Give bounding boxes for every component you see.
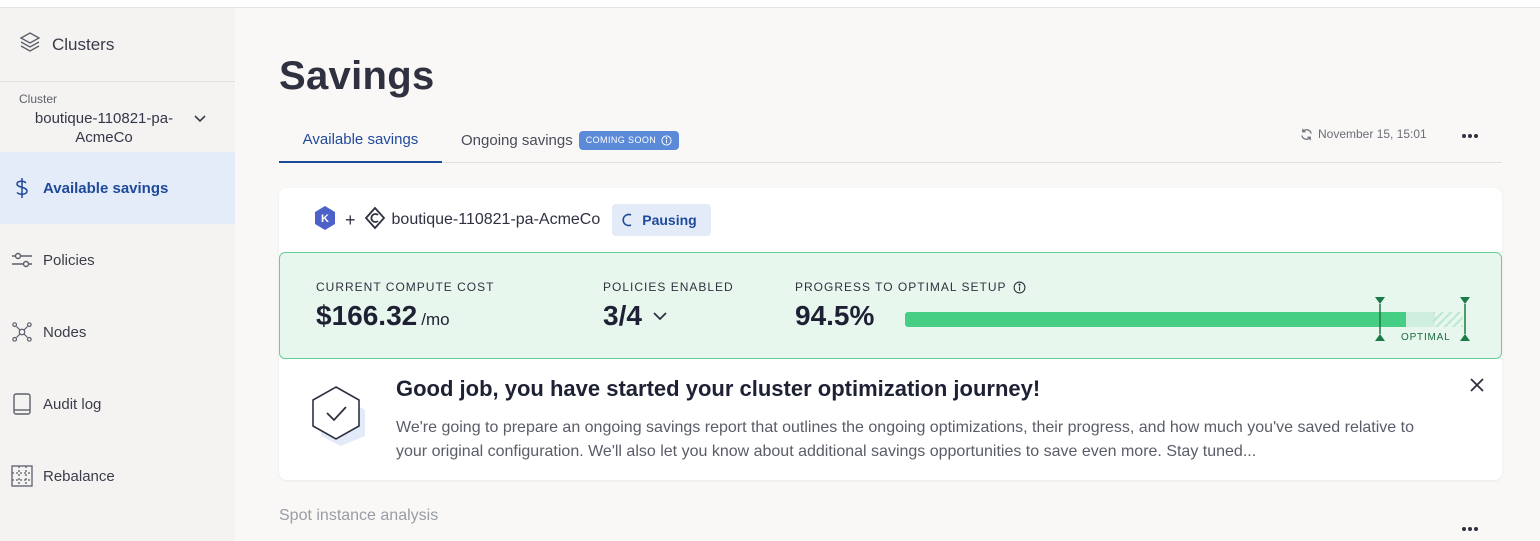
refresh-time: November 15, 15:01	[1318, 127, 1427, 141]
progress-label-text: PROGRESS TO OPTIMAL SETUP	[795, 280, 1007, 294]
policies-value: 3/4	[603, 300, 642, 331]
cost-label: CURRENT COMPUTE COST	[316, 280, 495, 294]
current-marker-icon	[1375, 297, 1385, 341]
spot-analysis-title: Spot instance analysis	[279, 507, 439, 524]
dollar-icon	[11, 177, 33, 199]
refresh-icon	[1301, 128, 1312, 140]
progress-bar	[905, 312, 1435, 327]
sidebar-item-label: Nodes	[43, 323, 87, 341]
plus-sign: +	[345, 209, 356, 230]
tab-available-savings[interactable]: Available savings	[279, 118, 442, 163]
sidebar-item-audit-log[interactable]: Audit log	[0, 368, 235, 440]
kubernetes-icon: K	[313, 205, 337, 236]
rebalance-icon	[11, 465, 33, 487]
sidebar-header[interactable]: Clusters	[18, 30, 114, 59]
sidebar-item-label: Policies	[43, 251, 95, 269]
sidebar-item-available-savings[interactable]: Available savings	[0, 152, 235, 224]
tab-label: Ongoing savings	[461, 131, 573, 149]
policies-label: POLICIES ENABLED	[603, 280, 734, 294]
sidebar-item-rebalance[interactable]: Rebalance	[0, 440, 235, 512]
more-icon	[1462, 134, 1478, 138]
optimal-marker-icon	[1460, 297, 1470, 341]
top-bar	[0, 0, 1540, 8]
close-icon[interactable]	[1469, 377, 1485, 398]
cost-value: $166.32/mo	[316, 300, 450, 332]
sidebar-item-label: Audit log	[43, 395, 102, 413]
info-icon[interactable]	[1013, 281, 1026, 294]
cluster-selector[interactable]: boutique-110821-pa-AcmeCo	[28, 109, 180, 147]
sidebar: Clusters Cluster boutique-110821-pa-Acme…	[0, 8, 235, 541]
layers-icon	[18, 30, 42, 59]
more-options-button[interactable]	[1461, 128, 1479, 139]
sidebar-item-nodes[interactable]: Nodes	[0, 296, 235, 368]
progress-fill	[905, 312, 1406, 327]
status-badge: Pausing	[612, 204, 711, 236]
last-refresh[interactable]: November 15, 15:01	[1300, 127, 1427, 141]
cost-amount: $166.32	[316, 300, 418, 331]
notice-body: We're going to prepare an ongoing saving…	[396, 419, 1414, 460]
tab-ongoing-savings[interactable]: Ongoing savings COMING SOON	[461, 118, 680, 162]
cost-unit: /mo	[421, 310, 450, 329]
sidebar-item-label: Rebalance	[43, 467, 115, 485]
page-title: Savings	[279, 54, 435, 98]
progress-label: PROGRESS TO OPTIMAL SETUP	[795, 280, 1026, 294]
optimal-label: OPTIMAL	[1401, 332, 1451, 343]
sidebar-item-policies[interactable]: Policies	[0, 224, 235, 296]
coming-soon-badge: COMING SOON	[578, 130, 680, 150]
notice-title: Good job, you have started your cluster …	[396, 376, 1041, 401]
cluster-name: boutique-110821-pa-AcmeCo	[391, 211, 601, 228]
book-icon	[11, 393, 33, 415]
spinner-icon	[622, 213, 632, 227]
svg-text:K: K	[321, 213, 329, 225]
info-icon	[661, 134, 672, 146]
cast-logo-icon	[364, 206, 386, 235]
policies-dropdown[interactable]: 3/4	[603, 300, 668, 332]
progress-value: 94.5%	[795, 300, 875, 331]
cluster-savings-card: K + boutique-110821-pa-AcmeCo Pausing CU…	[279, 188, 1502, 480]
checkmark-hexagon-icon	[307, 384, 369, 451]
cluster-caption: Cluster	[19, 92, 58, 106]
metrics-panel: CURRENT COMPUTE COST $166.32/mo POLICIES…	[279, 252, 1502, 359]
spot-more-options-button[interactable]	[1461, 521, 1479, 532]
tab-label: Available savings	[302, 131, 419, 148]
status-label: Pausing	[642, 212, 697, 228]
sidebar-divider	[0, 81, 235, 82]
sidebar-item-label: Available savings	[43, 179, 169, 197]
badge-label: COMING SOON	[585, 135, 657, 145]
more-icon	[1462, 527, 1478, 531]
chevron-down-icon	[653, 312, 667, 321]
sidebar-title: Clusters	[52, 34, 115, 54]
sliders-icon	[11, 249, 33, 271]
chevron-down-icon[interactable]	[192, 111, 208, 132]
card-header: K + boutique-110821-pa-AcmeCo Pausing	[313, 204, 711, 236]
nodes-icon	[11, 321, 33, 343]
